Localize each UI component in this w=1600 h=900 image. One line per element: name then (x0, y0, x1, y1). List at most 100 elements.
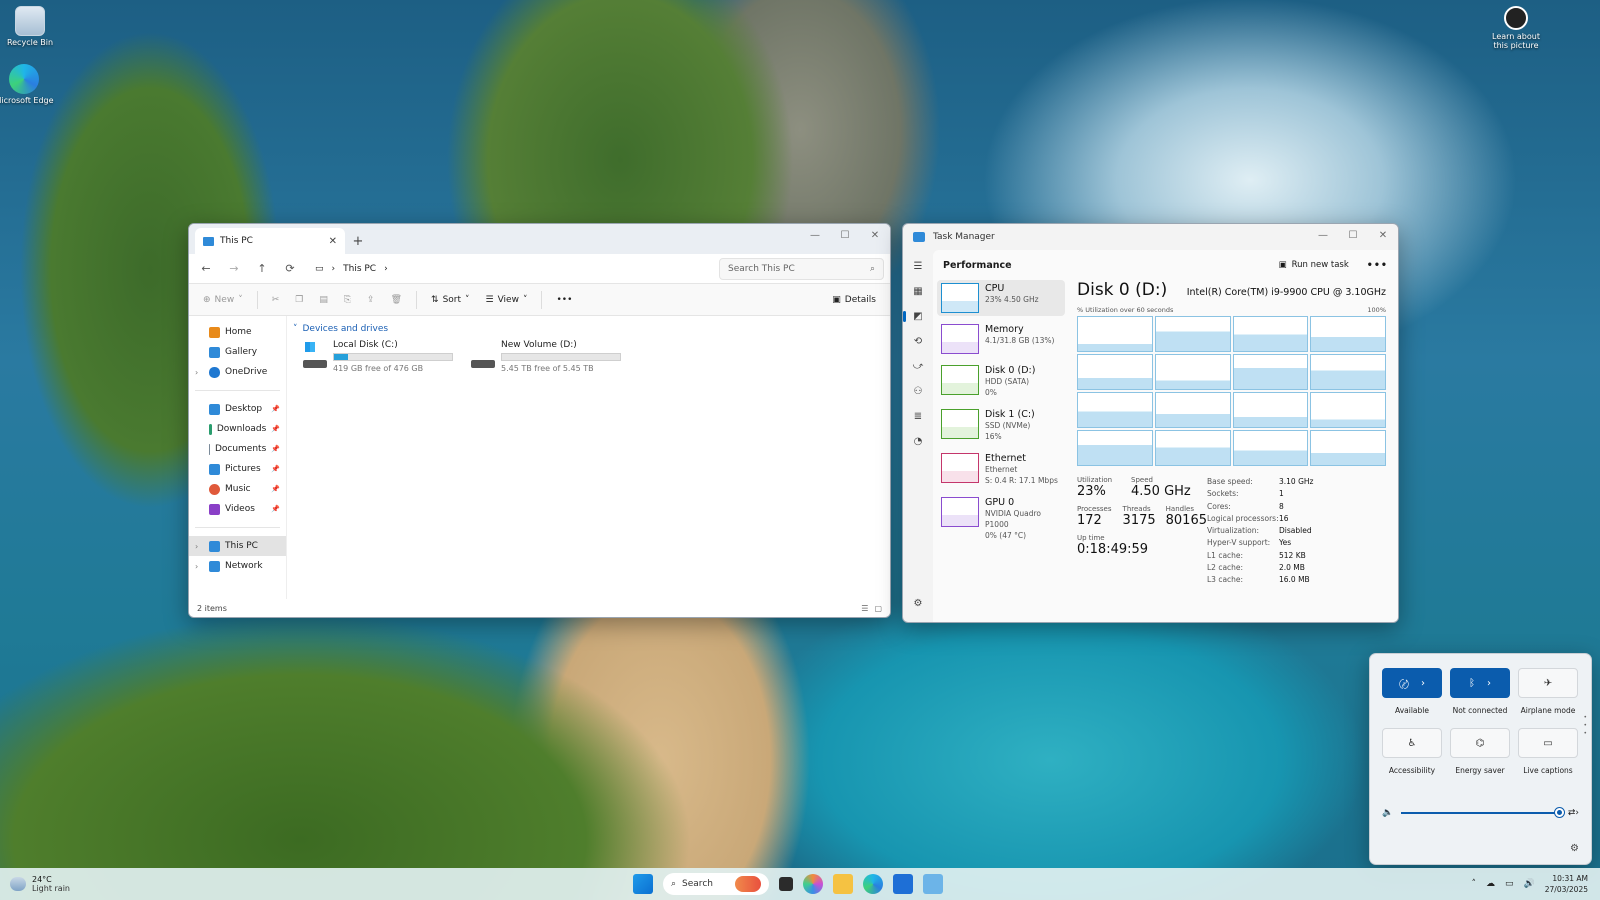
minimize-button[interactable]: — (800, 224, 830, 246)
quick-tile-button[interactable]: ♿ (1382, 728, 1442, 758)
nav-item-pictures[interactable]: Pictures 📌 (189, 459, 286, 479)
quick-tile-button[interactable]: 〄 › (1382, 668, 1442, 698)
perf-device-1[interactable]: Memory 4.1/31.8 GB (13%) (937, 321, 1065, 357)
copilot-icon[interactable] (803, 874, 823, 894)
tab-this-pc[interactable]: This PC ✕ (195, 228, 345, 254)
nav-item-this-pc[interactable]: › This PC (189, 536, 286, 556)
nav-item-documents[interactable]: Documents 📌 (189, 439, 286, 459)
sort-button[interactable]: ⇅ Sort ˅ (425, 288, 476, 312)
app-history-icon[interactable]: ⟲ (907, 331, 929, 352)
clock[interactable]: 10:31 AM 27/03/2025 (1545, 873, 1588, 895)
rename-icon[interactable]: ⎘ (338, 288, 357, 312)
desktop-icon-learn-picture[interactable]: Learn about this picture (1486, 6, 1546, 50)
chevron-up-icon[interactable]: ˄ (1472, 879, 1477, 889)
startup-apps-icon[interactable]: ⤻ (907, 356, 929, 377)
copy-icon[interactable]: ❐ (289, 288, 309, 312)
chevron-right-icon[interactable]: › (195, 542, 198, 551)
page-indicator[interactable]: • • • (1583, 714, 1587, 738)
file-explorer-icon[interactable] (833, 874, 853, 894)
drive-item[interactable]: New Volume (D:) 5.45 TB free of 5.45 TB (471, 340, 621, 373)
volume-slider[interactable] (1401, 808, 1564, 817)
task-manager-icon[interactable] (923, 874, 943, 894)
users-icon[interactable]: ⚇ (907, 381, 929, 402)
nav-item-desktop[interactable]: Desktop 📌 (189, 399, 286, 419)
processes-icon[interactable]: ▦ (907, 281, 929, 302)
nav-item-onedrive[interactable]: › OneDrive (189, 362, 286, 382)
more-options-button[interactable]: ••• (550, 288, 578, 312)
more-options-button[interactable]: ••• (1367, 260, 1388, 271)
perf-device-3[interactable]: Disk 1 (C:) SSD (NVMe) 16% (937, 406, 1065, 445)
task-view-icon[interactable] (779, 877, 793, 891)
hamburger-menu-icon[interactable]: ☰ (907, 256, 929, 277)
back-button[interactable]: ← (195, 258, 217, 280)
speaker-icon[interactable]: 🔈 (1382, 808, 1393, 818)
details-view-icon[interactable]: ☰ (861, 604, 868, 613)
audio-output-icon[interactable]: ⇄› (1568, 808, 1579, 818)
nav-item-home[interactable]: Home (189, 322, 286, 342)
store-icon[interactable] (893, 874, 913, 894)
search-icon: ⌕ (671, 879, 677, 889)
chevron-right-icon[interactable]: › (1421, 678, 1425, 689)
edge-icon[interactable] (863, 874, 883, 894)
processor-graph (1232, 354, 1309, 390)
chevron-right-icon[interactable]: › (1487, 678, 1491, 689)
group-header[interactable]: ˅ Devices and drives (293, 322, 884, 336)
quick-tile-button[interactable]: ᛒ › (1450, 668, 1510, 698)
settings-icon[interactable]: ⚙ (907, 593, 929, 614)
details-label: Details (844, 294, 876, 305)
new-tab-button[interactable]: + (345, 228, 371, 254)
start-button[interactable] (633, 874, 653, 894)
close-tab-icon[interactable]: ✕ (329, 236, 337, 247)
cloud-icon[interactable]: ☁ (1486, 879, 1495, 889)
new-button[interactable]: ⊕ New ˅ (197, 288, 249, 312)
volume-icon[interactable]: 🔊 (1524, 879, 1535, 889)
cut-icon[interactable]: ✂ (266, 288, 286, 312)
chevron-right-icon[interactable]: › (195, 562, 198, 571)
nav-item-downloads[interactable]: Downloads 📌 (189, 419, 286, 439)
chevron-right-icon[interactable]: › (195, 368, 198, 377)
share-icon[interactable]: ⇪ (361, 288, 381, 312)
desktop-icon-edge[interactable]: Microsoft Edge (0, 64, 54, 105)
drive-name: New Volume (D:) (501, 340, 577, 350)
details-button[interactable]: ▣ Details (826, 288, 882, 312)
new-label: New (214, 294, 235, 305)
services-icon[interactable]: ◔ (907, 431, 929, 452)
perf-device-5[interactable]: GPU 0 NVIDIA Quadro P1000 0% (47 °C) (937, 494, 1065, 544)
tiles-view-icon[interactable]: ▢ (874, 604, 882, 613)
details-icon[interactable]: ≣ (907, 406, 929, 427)
refresh-button[interactable]: ⟳ (279, 258, 301, 280)
maximize-button[interactable]: ☐ (1338, 224, 1368, 246)
forward-button[interactable]: → (223, 258, 245, 280)
maximize-button[interactable]: ☐ (830, 224, 860, 246)
up-button[interactable]: ↑ (251, 258, 273, 280)
address-box[interactable]: ▭ › This PC › (307, 258, 697, 280)
nav-item-gallery[interactable]: Gallery (189, 342, 286, 362)
volume-slider-thumb[interactable] (1554, 808, 1564, 817)
weather-widget[interactable]: 24°C Light rain (10, 875, 70, 893)
quick-tile-button[interactable]: ⌬ (1450, 728, 1510, 758)
view-button[interactable]: ☰ View ˅ (480, 288, 534, 312)
nav-item-network[interactable]: › Network (189, 556, 286, 576)
perf-device-0[interactable]: CPU 23% 4.50 GHz (937, 280, 1065, 316)
close-button[interactable]: ✕ (1368, 224, 1398, 246)
taskbar-search[interactable]: ⌕ Search (663, 873, 769, 895)
perf-device-2[interactable]: Disk 0 (D:) HDD (SATA) 0% (937, 362, 1065, 401)
close-button[interactable]: ✕ (860, 224, 890, 246)
settings-icon[interactable]: ⚙ (1570, 843, 1579, 854)
delete-icon[interactable]: 🗑 (385, 288, 408, 312)
perf-device-4[interactable]: Ethernet Ethernet S: 0.4 R: 17.1 Mbps (937, 450, 1065, 489)
nav-item-videos[interactable]: Videos 📌 (189, 499, 286, 519)
minimize-button[interactable]: — (1308, 224, 1338, 246)
drive-item[interactable]: Local Disk (C:) 419 GB free of 476 GB (303, 340, 453, 373)
network-icon[interactable]: ▭ (1505, 879, 1514, 889)
paste-icon[interactable]: ▤ (313, 288, 334, 312)
quick-tile-button[interactable]: ✈ (1518, 668, 1578, 698)
search-input[interactable]: Search This PC ⌕ (719, 257, 884, 280)
run-new-task-button[interactable]: ▣ Run new task (1279, 260, 1349, 270)
breadcrumb[interactable]: This PC (343, 264, 376, 274)
quick-tile-button[interactable]: ▭ (1518, 728, 1578, 758)
nav-item-music[interactable]: Music 📌 (189, 479, 286, 499)
status-bar: 2 items ☰ ▢ (189, 599, 890, 617)
performance-icon[interactable]: ◩ (903, 306, 929, 327)
desktop-icon-recycle-bin[interactable]: Recycle Bin (0, 6, 60, 47)
